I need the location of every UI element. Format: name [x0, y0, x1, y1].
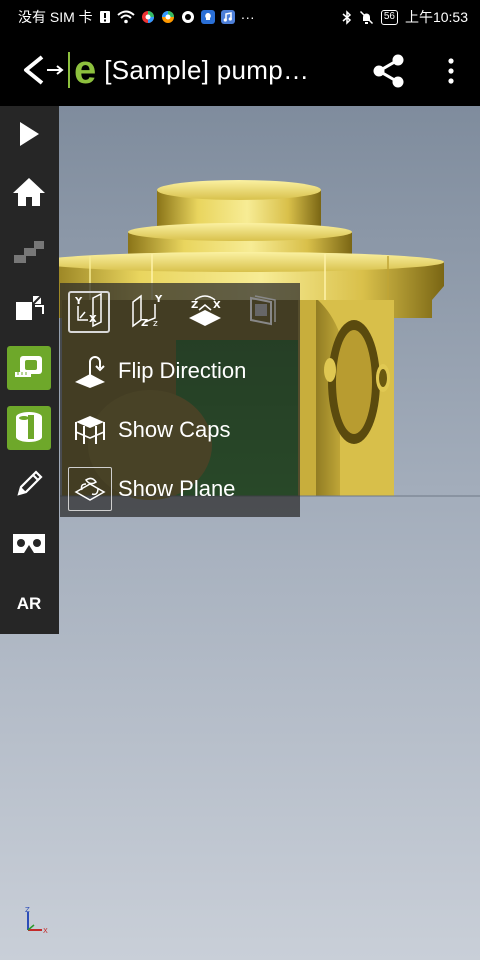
ar-button[interactable]: AR — [7, 582, 51, 626]
app-bar: e [Sample] pump… — [0, 34, 480, 106]
svg-text:Y: Y — [154, 294, 163, 305]
measure-button[interactable] — [7, 346, 51, 390]
section-button[interactable] — [7, 406, 51, 450]
svg-text:X: X — [43, 927, 48, 935]
markup-button[interactable] — [7, 464, 51, 508]
pencil-icon — [13, 468, 45, 505]
more-notifications: ··· — [240, 9, 255, 25]
coordinate-axis-indicator: ZX — [22, 906, 52, 941]
app-notification-icon — [141, 10, 155, 24]
document-title: [Sample] pump… — [104, 54, 310, 85]
3d-viewport[interactable] — [0, 106, 480, 960]
app-notification-icon — [200, 10, 215, 24]
back-icon[interactable] — [20, 53, 46, 87]
share-icon[interactable] — [370, 52, 408, 90]
plane-yz-button[interactable]: Y Zz — [126, 291, 168, 333]
section-cut-icon — [12, 409, 46, 448]
show-plane-label: Show Plane — [118, 476, 236, 501]
svg-text:Z: Z — [25, 906, 30, 914]
battery-indicator: 56 — [380, 9, 398, 25]
vr-button[interactable] — [7, 524, 51, 568]
plane-yz-icon: Y Zz — [129, 292, 165, 333]
section-menu: YX YZz ZX Flip Direction Show Caps Show … — [60, 283, 300, 517]
show-caps-item[interactable]: Show Caps — [68, 408, 296, 452]
flip-direction-icon — [68, 349, 112, 393]
flip-direction-item[interactable]: Flip Direction — [68, 349, 296, 393]
show-plane-icon — [68, 467, 112, 511]
home-button[interactable] — [7, 172, 51, 216]
status-bar: 没有 SIM 卡 ··· 56 上午10:53 — [0, 0, 480, 34]
show-caps-label: Show Caps — [118, 417, 231, 442]
home-icon — [12, 176, 46, 213]
flip-direction-label: Flip Direction — [118, 358, 247, 383]
plane-zx-button[interactable]: ZX — [184, 291, 226, 333]
bluetooth-icon — [342, 9, 352, 25]
clock: 上午10:53 — [404, 9, 468, 25]
plane-yx-icon: YX — [71, 292, 107, 333]
wifi-icon — [117, 10, 135, 24]
plane-zx-icon: ZX — [185, 292, 225, 333]
svg-text:Z: Z — [141, 318, 148, 328]
show-plane-item[interactable]: Show Plane — [68, 467, 296, 511]
play-button[interactable] — [7, 114, 51, 158]
plane-custom-button[interactable] — [242, 291, 284, 333]
explode-icon — [13, 292, 45, 329]
play-icon — [16, 119, 42, 154]
pump-model — [38, 180, 480, 500]
svg-text:z: z — [153, 319, 158, 328]
vr-headset-icon — [10, 531, 48, 562]
explode-button[interactable] — [7, 288, 51, 332]
measure-tape-icon — [12, 350, 46, 387]
steps-button[interactable] — [7, 230, 51, 274]
app-notification-icon — [161, 10, 175, 24]
sim-alert-icon — [99, 10, 111, 24]
ar-label: AR — [16, 594, 42, 613]
svg-text:Y: Y — [74, 296, 83, 307]
svg-text:Z: Z — [191, 300, 198, 311]
plane-yx-button[interactable]: YX — [68, 291, 110, 333]
carrier-label: 没有 SIM 卡 — [18, 9, 93, 25]
music-icon — [220, 10, 235, 24]
svg-text:X: X — [213, 300, 221, 311]
show-caps-icon — [68, 408, 112, 452]
overflow-menu-icon[interactable] — [438, 52, 464, 90]
app-logo: e — [46, 50, 96, 90]
logo-letter: e — [74, 48, 97, 92]
steps-icon — [12, 235, 46, 270]
app-notification-icon — [181, 10, 195, 24]
left-toolbar: AR — [0, 106, 59, 634]
plane-custom-icon — [245, 292, 281, 333]
mute-icon — [359, 10, 374, 25]
svg-text:X: X — [89, 314, 97, 325]
